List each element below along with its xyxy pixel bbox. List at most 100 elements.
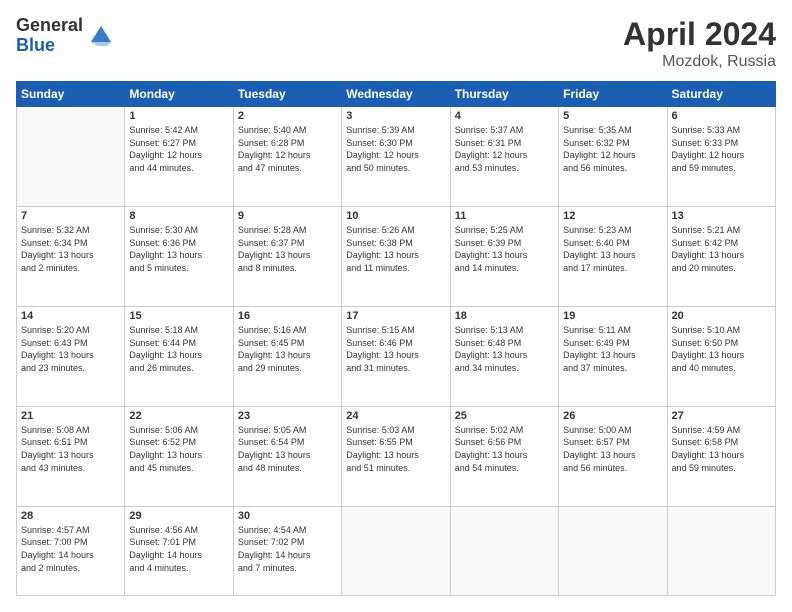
calendar-row: 7Sunrise: 5:32 AM Sunset: 6:34 PM Daylig…: [17, 206, 776, 306]
calendar-cell: 24 Sunrise: 5:03 AM Sunset: 6:55 PM Dayli…: [342, 406, 450, 506]
day-number: 14: [21, 310, 120, 322]
weekday-header: Sunday: [17, 82, 125, 107]
calendar-cell: 17 Sunrise: 5:15 AM Sunset: 6:46 PM Dayli…: [342, 306, 450, 406]
calendar-cell: 11Sunrise: 5:25 AM Sunset: 6:39 PM Dayli…: [450, 206, 558, 306]
cell-info: Sunrise: 5:20 AM Sunset: 6:43 PM Dayligh…: [21, 324, 120, 374]
cell-info: Sunrise: 5:05 AM Sunset: 6:54 PM Dayligh…: [238, 424, 337, 474]
calendar-cell: 27 Sunrise: 4:59 AM Sunset: 6:58 PM Dayli…: [667, 406, 775, 506]
day-number: 23: [238, 410, 337, 422]
cell-info: Sunrise: 5:15 AM Sunset: 6:46 PM Dayligh…: [346, 324, 445, 374]
cell-info: Sunrise: 5:06 AM Sunset: 6:52 PM Dayligh…: [129, 424, 228, 474]
weekday-header: Tuesday: [233, 82, 341, 107]
calendar-cell: 18 Sunrise: 5:13 AM Sunset: 6:48 PM Dayli…: [450, 306, 558, 406]
day-number: 9: [238, 210, 337, 222]
calendar-cell: 5Sunrise: 5:35 AM Sunset: 6:32 PM Daylig…: [559, 107, 667, 207]
day-number: 8: [129, 210, 228, 222]
logo-icon: [87, 22, 115, 50]
cell-info: Sunrise: 5:28 AM Sunset: 6:37 PM Dayligh…: [238, 224, 337, 274]
cell-info: Sunrise: 5:40 AM Sunset: 6:28 PM Dayligh…: [238, 124, 337, 174]
cell-info: Sunrise: 5:11 AM Sunset: 6:49 PM Dayligh…: [563, 324, 662, 374]
cell-info: Sunrise: 5:37 AM Sunset: 6:31 PM Dayligh…: [455, 124, 554, 174]
cell-info: Sunrise: 5:42 AM Sunset: 6:27 PM Dayligh…: [129, 124, 228, 174]
day-number: 15: [129, 310, 228, 322]
weekday-row: SundayMondayTuesdayWednesdayThursdayFrid…: [17, 82, 776, 107]
cell-info: Sunrise: 5:25 AM Sunset: 6:39 PM Dayligh…: [455, 224, 554, 274]
day-number: 29: [129, 510, 228, 522]
cell-info: Sunrise: 5:21 AM Sunset: 6:42 PM Dayligh…: [672, 224, 771, 274]
day-number: 7: [21, 210, 120, 222]
weekday-header: Wednesday: [342, 82, 450, 107]
cell-info: Sunrise: 5:03 AM Sunset: 6:55 PM Dayligh…: [346, 424, 445, 474]
calendar-table: SundayMondayTuesdayWednesdayThursdayFrid…: [16, 81, 776, 596]
cell-info: Sunrise: 5:00 AM Sunset: 6:57 PM Dayligh…: [563, 424, 662, 474]
day-number: 4: [455, 110, 554, 122]
cell-info: Sunrise: 5:33 AM Sunset: 6:33 PM Dayligh…: [672, 124, 771, 174]
calendar-cell: 3 Sunrise: 5:39 AM Sunset: 6:30 PM Daylig…: [342, 107, 450, 207]
day-number: 16: [238, 310, 337, 322]
calendar-row: 14 Sunrise: 5:20 AM Sunset: 6:43 PM Dayli…: [17, 306, 776, 406]
calendar-header: SundayMondayTuesdayWednesdayThursdayFrid…: [17, 82, 776, 107]
calendar-cell: 21 Sunrise: 5:08 AM Sunset: 6:51 PM Dayli…: [17, 406, 125, 506]
calendar-cell: [667, 506, 775, 595]
cell-info: Sunrise: 5:18 AM Sunset: 6:44 PM Dayligh…: [129, 324, 228, 374]
cell-info: Sunrise: 5:02 AM Sunset: 6:56 PM Dayligh…: [455, 424, 554, 474]
title-location: Mozdok, Russia: [623, 53, 776, 71]
calendar-cell: 8Sunrise: 5:30 AM Sunset: 6:36 PM Daylig…: [125, 206, 233, 306]
weekday-header: Thursday: [450, 82, 558, 107]
calendar-cell: 26 Sunrise: 5:00 AM Sunset: 6:57 PM Dayli…: [559, 406, 667, 506]
cell-info: Sunrise: 5:16 AM Sunset: 6:45 PM Dayligh…: [238, 324, 337, 374]
day-number: 20: [672, 310, 771, 322]
cell-info: Sunrise: 5:23 AM Sunset: 6:40 PM Dayligh…: [563, 224, 662, 274]
calendar-cell: [559, 506, 667, 595]
day-number: 22: [129, 410, 228, 422]
day-number: 12: [563, 210, 662, 222]
cell-info: Sunrise: 5:13 AM Sunset: 6:48 PM Dayligh…: [455, 324, 554, 374]
day-number: 6: [672, 110, 771, 122]
calendar-cell: 9 Sunrise: 5:28 AM Sunset: 6:37 PM Daylig…: [233, 206, 341, 306]
cell-info: Sunrise: 4:56 AM Sunset: 7:01 PM Dayligh…: [129, 524, 228, 574]
calendar-cell: 23 Sunrise: 5:05 AM Sunset: 6:54 PM Dayli…: [233, 406, 341, 506]
title-block: April 2024 Mozdok, Russia: [623, 16, 776, 71]
cell-info: Sunrise: 4:59 AM Sunset: 6:58 PM Dayligh…: [672, 424, 771, 474]
page: General Blue April 2024 Mozdok, Russia S…: [0, 0, 792, 612]
weekday-header: Friday: [559, 82, 667, 107]
calendar-cell: 20 Sunrise: 5:10 AM Sunset: 6:50 PM Dayli…: [667, 306, 775, 406]
logo-text: General Blue: [16, 16, 83, 56]
calendar-cell: 19Sunrise: 5:11 AM Sunset: 6:49 PM Dayli…: [559, 306, 667, 406]
weekday-header: Monday: [125, 82, 233, 107]
day-number: 25: [455, 410, 554, 422]
calendar-cell: [450, 506, 558, 595]
calendar-cell: 10 Sunrise: 5:26 AM Sunset: 6:38 PM Dayli…: [342, 206, 450, 306]
day-number: 28: [21, 510, 120, 522]
cell-info: Sunrise: 5:39 AM Sunset: 6:30 PM Dayligh…: [346, 124, 445, 174]
day-number: 17: [346, 310, 445, 322]
day-number: 24: [346, 410, 445, 422]
weekday-header: Saturday: [667, 82, 775, 107]
cell-info: Sunrise: 4:57 AM Sunset: 7:00 PM Dayligh…: [21, 524, 120, 574]
cell-info: Sunrise: 5:08 AM Sunset: 6:51 PM Dayligh…: [21, 424, 120, 474]
calendar-cell: 6 Sunrise: 5:33 AM Sunset: 6:33 PM Daylig…: [667, 107, 775, 207]
day-number: 21: [21, 410, 120, 422]
day-number: 26: [563, 410, 662, 422]
calendar-cell: 30Sunrise: 4:54 AM Sunset: 7:02 PM Dayli…: [233, 506, 341, 595]
cell-info: Sunrise: 5:26 AM Sunset: 6:38 PM Dayligh…: [346, 224, 445, 274]
calendar-cell: 25 Sunrise: 5:02 AM Sunset: 6:56 PM Dayli…: [450, 406, 558, 506]
calendar-row: 28 Sunrise: 4:57 AM Sunset: 7:00 PM Dayli…: [17, 506, 776, 595]
cell-info: Sunrise: 5:10 AM Sunset: 6:50 PM Dayligh…: [672, 324, 771, 374]
calendar-cell: 29 Sunrise: 4:56 AM Sunset: 7:01 PM Dayli…: [125, 506, 233, 595]
day-number: 27: [672, 410, 771, 422]
day-number: 18: [455, 310, 554, 322]
calendar-cell: 12 Sunrise: 5:23 AM Sunset: 6:40 PM Dayli…: [559, 206, 667, 306]
day-number: 1: [129, 110, 228, 122]
calendar-cell: 15 Sunrise: 5:18 AM Sunset: 6:44 PM Dayli…: [125, 306, 233, 406]
day-number: 10: [346, 210, 445, 222]
calendar-row: 21 Sunrise: 5:08 AM Sunset: 6:51 PM Dayli…: [17, 406, 776, 506]
calendar-cell: 13Sunrise: 5:21 AM Sunset: 6:42 PM Dayli…: [667, 206, 775, 306]
calendar-cell: [17, 107, 125, 207]
day-number: 30: [238, 510, 337, 522]
day-number: 3: [346, 110, 445, 122]
logo: General Blue: [16, 16, 115, 56]
calendar-cell: [342, 506, 450, 595]
calendar-cell: 14 Sunrise: 5:20 AM Sunset: 6:43 PM Dayli…: [17, 306, 125, 406]
calendar-cell: 4 Sunrise: 5:37 AM Sunset: 6:31 PM Daylig…: [450, 107, 558, 207]
